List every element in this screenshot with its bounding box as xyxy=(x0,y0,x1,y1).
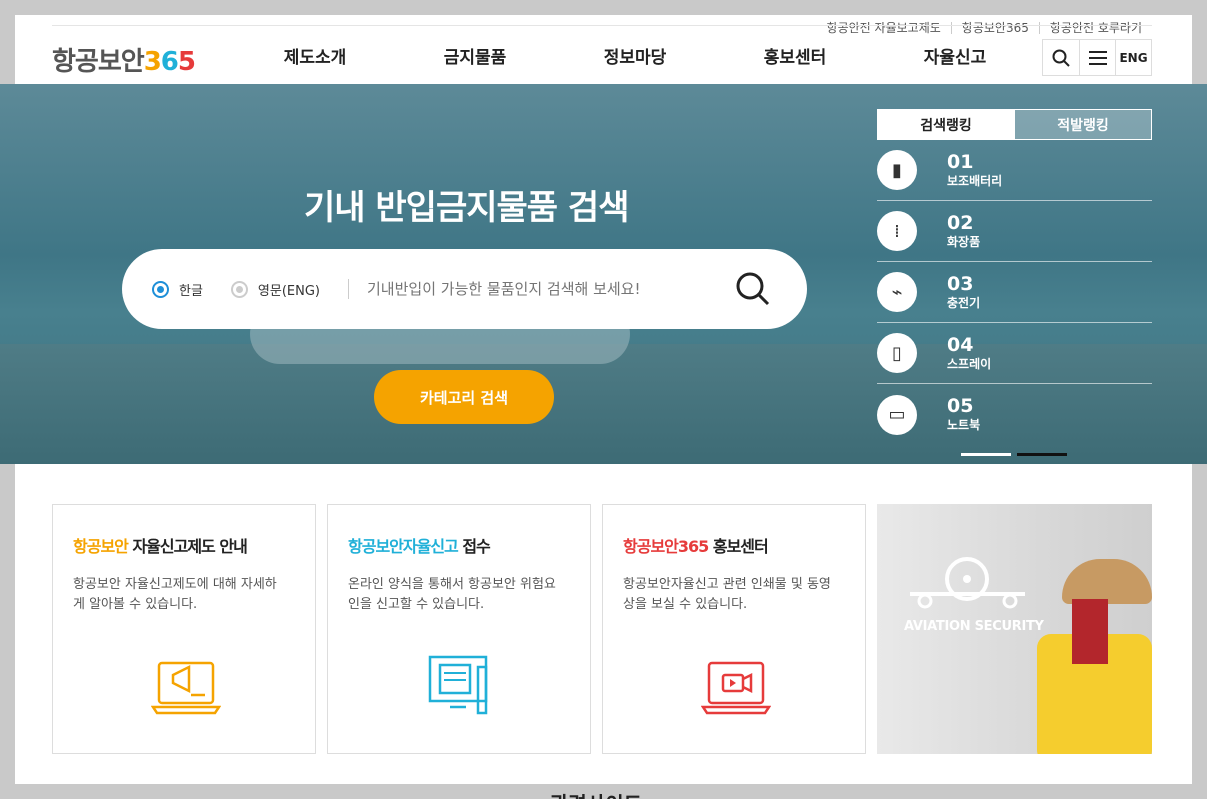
ranking-item[interactable]: ▮ 01 보조배터리 xyxy=(877,140,1152,201)
ranking-tabs: 검색랭킹 적발랭킹 xyxy=(877,109,1152,140)
battery-icon: ▮ xyxy=(877,150,917,190)
ranking-item[interactable]: ▯ 04 스프레이 xyxy=(877,323,1152,384)
tab-detection-ranking[interactable]: 적발랭킹 xyxy=(1014,110,1151,139)
card-description: 온라인 양식을 통해서 항공보안 위험요인을 신고할 수 있습니다. xyxy=(348,577,556,612)
ranking-item[interactable]: ⌁ 03 충전기 xyxy=(877,262,1152,323)
radio-label: 한글 xyxy=(179,283,203,299)
ranking-text: 05 노트북 xyxy=(947,396,980,433)
ranking-text: 03 충전기 xyxy=(947,274,980,311)
card-title: 항공보안자율신고 접수 xyxy=(348,533,570,557)
megaphone-laptop-icon xyxy=(151,661,221,715)
divider xyxy=(348,279,349,299)
radio-unchecked-icon xyxy=(230,280,248,298)
search-icon[interactable] xyxy=(1043,40,1079,75)
language-button[interactable]: ENG xyxy=(1115,40,1151,75)
top-rule xyxy=(52,25,1152,26)
card-title-accent: 항공보안자율신고 xyxy=(348,537,459,556)
search-input[interactable] xyxy=(367,280,727,298)
card-title-accent: 항공보안 xyxy=(73,537,129,556)
main-nav: 제도소개 금지물품 정보마당 홍보센터 자율신고 xyxy=(235,43,1035,68)
service-cards: 항공보안 자율신고제도 안내 항공보안 자율신고제도에 대해 자세하게 알아볼 … xyxy=(52,504,1152,754)
logo[interactable]: 항공보안365 xyxy=(52,41,196,78)
radio-english[interactable]: 영문(ENG) xyxy=(230,280,320,299)
laptop-icon: ▭ xyxy=(877,394,917,435)
card-title-rest: 홍보센터 xyxy=(708,537,769,556)
related-sites-title: 관련사이트 xyxy=(550,788,642,799)
document-pen-icon xyxy=(428,655,488,715)
category-search-button[interactable]: 카테고리 검색 xyxy=(374,370,554,424)
ranking-pager xyxy=(961,453,1067,456)
logo-digit: 3 xyxy=(143,47,162,77)
tab-search-ranking[interactable]: 검색랭킹 xyxy=(878,110,1014,139)
logo-text: 항공보안 xyxy=(52,47,145,77)
plane-lock-icon xyxy=(910,557,1025,609)
card-pr-center[interactable]: 항공보안365 홍보센터 항공보안자율신고 관련 인쇄물 및 동영상을 보실 수… xyxy=(602,504,866,754)
radio-korean[interactable]: 한글 xyxy=(152,280,203,299)
ranking-number: 02 xyxy=(947,211,974,234)
spray-icon: ▯ xyxy=(877,333,917,373)
card-title: 항공보안365 홍보센터 xyxy=(623,533,845,557)
nav-item-info[interactable]: 정보마당 xyxy=(555,43,715,68)
util-link-whistle[interactable]: 항공안전 호루라기 xyxy=(1038,22,1152,34)
card-guide[interactable]: 항공보안 자율신고제도 안내 항공보안 자율신고제도에 대해 자세하게 알아볼 … xyxy=(52,504,316,754)
radio-label: 영문(ENG) xyxy=(257,283,320,299)
logo-digit: 6 xyxy=(160,47,179,77)
util-link-aviation365[interactable]: 항공보안365 xyxy=(950,22,1039,34)
menu-icon[interactable] xyxy=(1079,40,1115,75)
pager-dot-1[interactable] xyxy=(961,453,1011,456)
nav-item-prohibited[interactable]: 금지물품 xyxy=(395,43,555,68)
search-submit-icon[interactable] xyxy=(735,271,771,307)
ranking-name: 스프레이 xyxy=(947,356,992,371)
nav-item-report[interactable]: 자율신고 xyxy=(875,43,1035,68)
search-box: 한글 영문(ENG) xyxy=(122,249,807,329)
card-title-accent: 항공보안365 xyxy=(623,537,709,556)
ranking-number: 03 xyxy=(947,272,974,295)
util-link-safety-report[interactable]: 항공안전 자율보고제도 xyxy=(817,22,951,34)
card-description: 항공보안 자율신고제도에 대해 자세하게 알아볼 수 있습니다. xyxy=(73,577,277,612)
aviation-security-banner[interactable]: AVIATION SECURITY xyxy=(877,504,1152,754)
card-report[interactable]: 항공보안자율신고 접수 온라인 양식을 통해서 항공보안 위험요인을 신고할 수… xyxy=(327,504,591,754)
card-title-rest: 자율신고제도 안내 xyxy=(127,537,247,556)
charger-icon: ⌁ xyxy=(877,272,917,312)
ranking-text: 04 스프레이 xyxy=(947,335,991,372)
logo-digit: 5 xyxy=(177,47,196,77)
nav-item-pr[interactable]: 홍보센터 xyxy=(715,43,875,68)
ranking-name: 화장품 xyxy=(947,234,981,249)
ranking-text: 02 화장품 xyxy=(947,213,980,250)
hero-title: 기내 반입금지물품 검색 xyxy=(304,188,629,228)
banner-label: AVIATION SECURITY xyxy=(904,619,1044,634)
card-description: 항공보안자율신고 관련 인쇄물 및 동영상을 보실 수 있습니다. xyxy=(623,577,831,612)
ranking-number: 04 xyxy=(947,333,974,356)
hero-banner: 기내 반입금지물품 검색 한글 영문(ENG) 카테고리 검색 검색랭킹 적발랭… xyxy=(0,84,1207,464)
ranking-name: 충전기 xyxy=(947,295,981,310)
ranking-item[interactable]: ⁞ 02 화장품 xyxy=(877,201,1152,262)
ranking-panel: 검색랭킹 적발랭킹 ▮ 01 보조배터리 ⁞ 02 화장품 ⌁ 03 충전기 ▯ 04 스프레이 ▭ 05… xyxy=(877,109,1152,445)
page: 항공안전 자율보고제도 항공보안365 항공안전 호루라기 항공보안365 제도… xyxy=(0,15,1207,784)
header-tools: ENG xyxy=(1042,39,1152,76)
video-laptop-icon xyxy=(701,661,771,715)
pager-dot-2[interactable] xyxy=(1017,453,1067,456)
card-title: 항공보안 자율신고제도 안내 xyxy=(73,533,295,557)
ranking-item[interactable]: ▭ 05 노트북 xyxy=(877,384,1152,445)
ranking-name: 노트북 xyxy=(947,418,981,432)
passport-image xyxy=(1072,599,1108,664)
utility-links: 항공안전 자율보고제도 항공보안365 항공안전 호루라기 xyxy=(817,15,1152,41)
ranking-list: ▮ 01 보조배터리 ⁞ 02 화장품 ⌁ 03 충전기 ▯ 04 스프레이 ▭ 05 노트북 xyxy=(877,140,1152,445)
hat-image xyxy=(1062,559,1152,604)
ranking-name: 보조배터리 xyxy=(947,173,1003,188)
card-title-rest: 접수 xyxy=(457,537,490,556)
ranking-text: 01 보조배터리 xyxy=(947,152,1002,189)
ranking-number: 01 xyxy=(947,150,974,173)
radio-checked-icon xyxy=(152,280,169,298)
cosmetics-icon: ⁞ xyxy=(877,211,917,251)
ranking-number: 05 xyxy=(947,395,974,417)
nav-item-intro[interactable]: 제도소개 xyxy=(235,43,395,68)
